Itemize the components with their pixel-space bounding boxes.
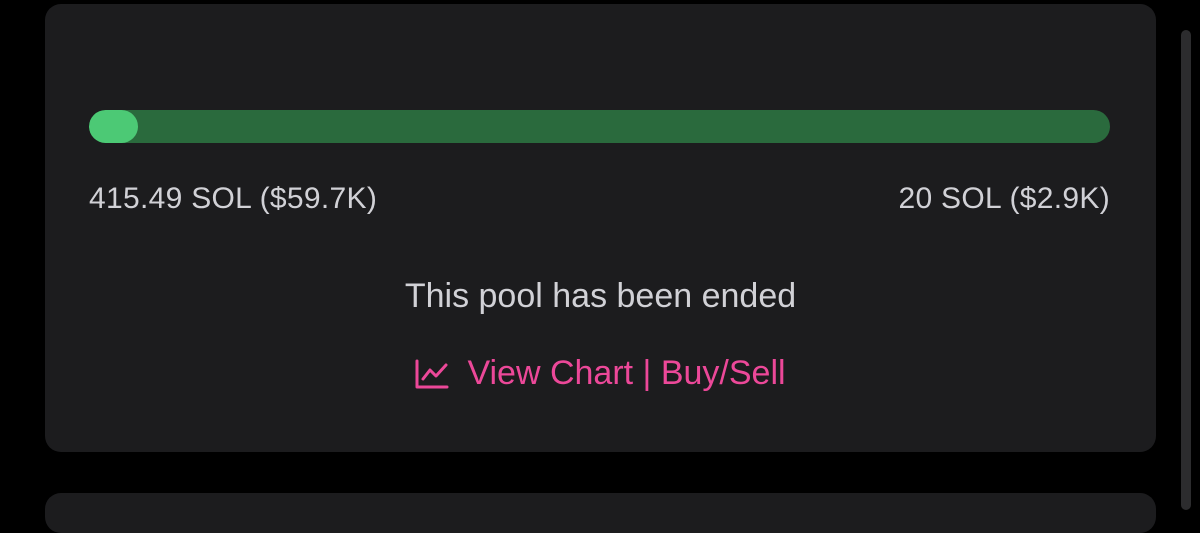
raised-amount: 415.49 SOL ($59.7K) xyxy=(89,182,378,215)
next-pool-card xyxy=(45,493,1156,533)
progress-bar-fill xyxy=(89,110,138,143)
pool-status: This pool has been ended xyxy=(404,277,797,315)
scrollbar[interactable] xyxy=(1181,30,1191,510)
view-chart-label: View Chart | Buy/Sell xyxy=(467,354,786,392)
view-chart-link[interactable]: View Chart | Buy/Sell xyxy=(45,354,1156,393)
pool-card: 415.49 SOL ($59.7K) 20 SOL ($2.9K) This … xyxy=(45,4,1156,452)
target-amount: 20 SOL ($2.9K) xyxy=(898,182,1110,215)
line-chart-icon xyxy=(415,359,449,389)
progress-bar xyxy=(89,110,1110,143)
